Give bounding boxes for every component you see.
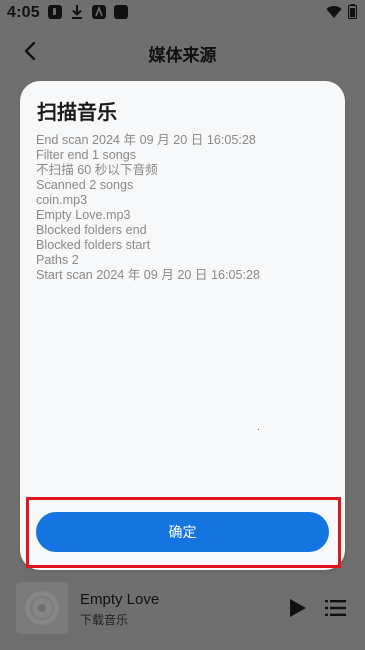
log-line: Filter end 1 songs (36, 148, 137, 162)
dialog-title: 扫描音乐 (37, 102, 117, 124)
log-line: 不扫描 60 秒以下音频 (36, 163, 158, 177)
track-subtitle: 下载音乐 (80, 613, 129, 627)
status-bar: 4:05 (0, 0, 365, 26)
scan-log-list: End scan 2024 年 09 月 20 日 16:05:28 Filte… (36, 133, 331, 283)
app-header: 媒体来源 (0, 26, 365, 80)
album-art[interactable] (16, 582, 68, 634)
blank-app-icon (114, 5, 128, 19)
stray-dot (258, 429, 259, 430)
log-line: Blocked folders end (36, 223, 147, 237)
play-icon[interactable] (285, 596, 309, 620)
track-title: Empty Love (80, 591, 160, 608)
app-a-icon (92, 5, 106, 19)
log-line: Empty Love.mp3 (36, 208, 131, 222)
app-j-icon (48, 5, 62, 19)
log-line: Paths 2 (36, 253, 79, 267)
download-icon (72, 5, 82, 19)
status-system-icons (326, 4, 357, 19)
wifi-icon (326, 5, 342, 18)
disc-icon (25, 591, 59, 625)
mini-player[interactable]: Empty Love 下载音乐 (0, 578, 365, 650)
page-title: 媒体来源 (148, 46, 217, 65)
confirm-button[interactable]: 确定 (36, 512, 329, 552)
log-line: Start scan 2024 年 09 月 20 日 16:05:28 (36, 268, 261, 282)
status-notification-icons (48, 4, 128, 20)
log-line: coin.mp3 (36, 193, 88, 207)
playlist-icon[interactable] (325, 597, 347, 619)
log-line: Blocked folders start (36, 238, 151, 252)
log-line: Scanned 2 songs (36, 178, 134, 192)
battery-icon (348, 4, 357, 19)
status-time: 4:05 (7, 4, 40, 21)
log-line: End scan 2024 年 09 月 20 日 16:05:28 (36, 133, 256, 147)
